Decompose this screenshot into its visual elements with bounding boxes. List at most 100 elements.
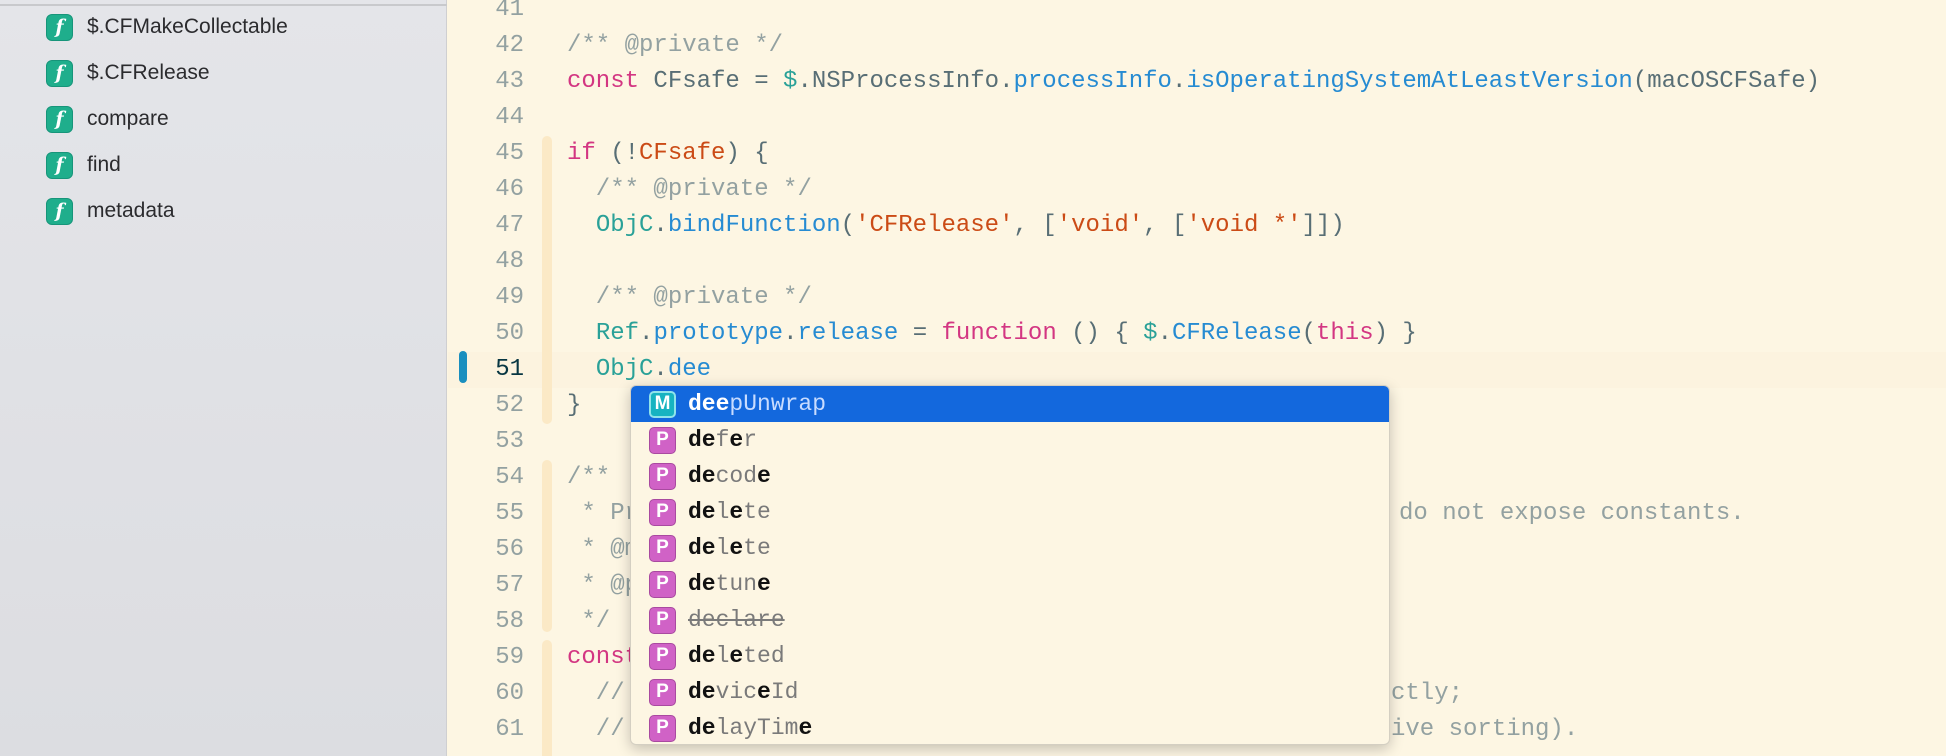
code-line[interactable]: 47 ObjC.bindFunction('CFRelease', ['void… [448, 208, 1946, 244]
completion-label: deleted [688, 643, 785, 669]
symbol-outline-sidebar: f $.CFMakeCollectable f $.CFRelease f compare… [0, 0, 447, 756]
completion-label-part: de [688, 715, 716, 741]
completion-item[interactable]: Pdetune [631, 566, 1389, 602]
code-line[interactable]: 42 /** @private */ [448, 28, 1946, 64]
code-token: CFsafe [639, 140, 726, 167]
code-text: if (!CFsafe) { [567, 136, 769, 172]
completion-item[interactable]: Pdeleted [631, 638, 1389, 674]
code-token: * @p [567, 572, 640, 599]
line-number: 41 [495, 0, 524, 23]
completion-item[interactable]: Pdefer [631, 422, 1389, 458]
code-token: * Pr [567, 500, 640, 527]
code-token: function [941, 320, 1057, 347]
code-token: ]]) [1301, 212, 1345, 239]
code-token: const [567, 644, 640, 671]
code-token: if [567, 140, 596, 167]
completion-label-part: tun [715, 571, 758, 597]
code-token: isOperatingSystemAtLeastVersion [1186, 68, 1633, 95]
code-token: bindFunction [667, 212, 841, 239]
code-line[interactable]: 43 const CFsafe = $.NSProcessInfo.process… [448, 64, 1946, 100]
line-number: 55 [495, 500, 524, 527]
fold-region-bar[interactable] [542, 136, 552, 424]
code-token: $ [1143, 320, 1158, 347]
completion-label-part: de [688, 535, 716, 561]
completion-label-part: te [743, 499, 771, 525]
function-icon: f [46, 105, 73, 133]
completion-item[interactable]: Pdecode [631, 458, 1389, 494]
code-line[interactable]: 51 ObjC.dee [448, 352, 1946, 388]
completion-item[interactable]: Pdelete [631, 530, 1389, 566]
code-token: */ [567, 608, 611, 635]
function-icon: f [46, 59, 73, 87]
sidebar-item-label: metadata [87, 199, 175, 222]
sidebar-item[interactable]: f find [46, 148, 121, 182]
code-line[interactable]: 45 if (!CFsafe) { [448, 136, 1946, 172]
code-text: const CFsafe = $.NSProcessInfo.processIn… [567, 64, 1820, 100]
code-token: processInfo [1013, 68, 1172, 95]
sidebar-item[interactable]: f metadata [46, 194, 175, 228]
code-token: /** @private */ [567, 284, 812, 311]
completion-label: deviceId [688, 679, 798, 705]
divider [0, 4, 447, 6]
completion-label-part: ted [743, 643, 785, 669]
property-kind-icon: P [649, 462, 676, 490]
completion-label-part: l [715, 535, 730, 561]
function-icon: f [46, 151, 73, 179]
code-text: * @m [567, 532, 639, 568]
code-fragment: do not expose constants. [1399, 500, 1745, 527]
line-number: 61 [495, 716, 524, 743]
property-kind-icon: P [649, 570, 676, 598]
code-token: 'CFRelease' [855, 212, 1014, 239]
completion-label: defer [688, 427, 757, 453]
line-number: 52 [495, 392, 524, 419]
code-token: . [1157, 320, 1172, 347]
completion-item[interactable]: PdeviceId [631, 674, 1389, 710]
completion-item[interactable]: PdelayTime [631, 710, 1389, 744]
code-token: CFRelease [1171, 320, 1302, 347]
line-number: 46 [495, 176, 524, 203]
code-line[interactable]: 49 /** @private */ [448, 280, 1946, 316]
code-text: /** @private */ [567, 172, 812, 208]
autocomplete-popup: MdeepUnwrap Pdefer Pdecode Pdelete Pdelete Pd… [630, 385, 1390, 745]
code-line[interactable]: 48 [448, 244, 1946, 280]
current-line-marker [459, 351, 467, 383]
completion-label-part: e [729, 643, 744, 669]
code-token: . [653, 356, 668, 383]
code-line[interactable]: 46 /** @private */ [448, 172, 1946, 208]
completion-label: delete [688, 499, 771, 525]
fold-region-bar[interactable] [542, 460, 552, 632]
code-token: this [1316, 320, 1374, 347]
sidebar-item[interactable]: f $.CFMakeCollectable [46, 10, 288, 44]
code-token: /** [567, 464, 611, 491]
code-line[interactable]: 44 [448, 100, 1946, 136]
completion-label-part: de [688, 499, 716, 525]
line-number: 58 [495, 608, 524, 635]
code-token: /** @private */ [567, 176, 812, 203]
property-kind-icon: P [649, 606, 676, 634]
code-text: * Pr [567, 496, 639, 532]
sidebar-item[interactable]: f $.CFRelease [46, 56, 210, 90]
code-fragment: ctly; [1391, 680, 1464, 707]
completion-label-part: e [798, 715, 813, 741]
code-token: . [653, 212, 668, 239]
code-token: CFsafe = [639, 68, 784, 95]
completion-label-part: vic [715, 679, 758, 705]
sidebar-item[interactable]: f compare [46, 102, 169, 136]
completion-item[interactable]: Pdeclare [631, 602, 1389, 638]
line-number: 50 [495, 320, 524, 347]
code-text: Ref.prototype.release = function () { $.… [567, 316, 1417, 352]
code-line[interactable]: 41 [448, 0, 1946, 28]
completion-item[interactable]: MdeepUnwrap [631, 386, 1389, 422]
completion-label-part: l [715, 499, 730, 525]
code-line[interactable]: 50 Ref.prototype.release = function () {… [448, 316, 1946, 352]
completion-label-part: de [688, 463, 716, 489]
line-number: 44 [495, 104, 524, 131]
code-token: /** @private */ [567, 32, 784, 59]
fold-region-bar[interactable] [542, 640, 552, 756]
code-token: = [898, 320, 942, 347]
code-token: . [639, 320, 654, 347]
code-token: ( [840, 212, 856, 239]
completion-item[interactable]: Pdelete [631, 494, 1389, 530]
